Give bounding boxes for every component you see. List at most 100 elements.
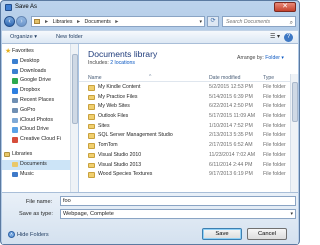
- folder-icon: [88, 123, 95, 130]
- close-button[interactable]: ✕: [274, 2, 296, 12]
- table-row[interactable]: My Web Sites 6/22/2014 2:50 PM File folder: [79, 102, 291, 112]
- sidebar-item-favorite[interactable]: Creative Cloud Fi: [2, 135, 77, 145]
- nav-item-icon: [12, 107, 18, 114]
- table-row[interactable]: My Practice Files 5/14/2015 6:39 PM File f…: [79, 93, 291, 103]
- file-name: TomTom: [98, 142, 118, 149]
- breadcrumb-separator: ►: [75, 19, 82, 25]
- nav-item-label: Google Drive: [20, 77, 51, 84]
- file-date: 2/17/2015 6:52 AM: [209, 142, 253, 149]
- nav-scrollbar[interactable]: [70, 44, 78, 192]
- nav-item-icon: [12, 68, 18, 75]
- column-header-date[interactable]: Date modified: [209, 75, 240, 81]
- nav-item-label: Downloads: [20, 67, 47, 74]
- view-options-icon[interactable]: ☰ ▾: [270, 33, 280, 40]
- nav-item-label: GoPro: [20, 106, 36, 113]
- scrollbar-thumb[interactable]: [72, 54, 78, 124]
- sidebar-item-favorite[interactable]: Recent Places: [2, 96, 77, 106]
- table-row[interactable]: My Kindle Content 5/2/2015 12:53 PM File f…: [79, 83, 291, 93]
- filename-input[interactable]: foo: [60, 196, 296, 206]
- cancel-button[interactable]: Cancel: [247, 228, 287, 240]
- sidebar-item-favorite[interactable]: Dropbox: [2, 86, 77, 96]
- file-type: File folder: [263, 103, 286, 110]
- file-date: 9/17/2013 6:19 PM: [209, 171, 253, 178]
- nav-group-label: Favorites: [12, 48, 34, 54]
- table-row[interactable]: Sites 1/10/2014 7:52 PM File folder: [79, 122, 291, 132]
- breadcrumb-separator: ►: [44, 19, 50, 25]
- nav-group-favorites[interactable]: ★ Favorites: [2, 47, 77, 57]
- column-header-row: Name ^ Date modified Type: [79, 74, 291, 82]
- chevron-down-icon[interactable]: ▾: [290, 210, 293, 219]
- column-header-name[interactable]: Name: [88, 75, 102, 81]
- table-row[interactable]: TomTom 2/17/2015 6:52 AM File folder: [79, 141, 291, 151]
- file-date: 1/10/2014 7:52 PM: [209, 122, 253, 129]
- new-folder-button[interactable]: New folder: [56, 34, 83, 40]
- hide-folders-button[interactable]: ˄ Hide Folders: [8, 231, 49, 238]
- table-row[interactable]: Visual Studio 2013 6/11/2014 2:44 PM File …: [79, 161, 291, 171]
- file-type: File folder: [263, 84, 286, 90]
- sidebar-item-favorite[interactable]: Desktop: [2, 57, 77, 67]
- save-type-select[interactable]: Webpage, Complete ▾: [60, 209, 296, 219]
- help-icon[interactable]: ?: [284, 33, 293, 42]
- nav-group-label: Libraries: [12, 150, 33, 157]
- file-list: My Kindle Content 5/2/2015 12:53 PM File f…: [79, 83, 291, 180]
- sidebar-item-favorite[interactable]: Google Drive: [2, 76, 77, 86]
- save-as-dialog: Save As ✕ ‹ › ► Libraries ► Documents ► …: [0, 0, 300, 245]
- nav-item-icon: [12, 137, 18, 143]
- nav-item-label: Music: [20, 170, 34, 177]
- nav-item-label: Dropbox: [20, 87, 41, 94]
- sidebar-item-favorite[interactable]: Downloads: [2, 67, 77, 77]
- sidebar-item-library[interactable]: Documents: [2, 159, 77, 170]
- table-row[interactable]: Wood Species Textures 9/17/2013 6:19 PM Fi…: [79, 170, 291, 180]
- nav-item-icon: [12, 171, 18, 178]
- file-type: File folder: [263, 113, 286, 120]
- nav-group-libraries[interactable]: Libraries: [2, 150, 77, 160]
- title-bar: Save As ✕: [1, 1, 299, 14]
- file-type: File folder: [263, 142, 286, 149]
- scrollbar-thumb[interactable]: [292, 82, 298, 122]
- table-row[interactable]: Outlook Files 5/17/2015 11:09 AM File fold…: [79, 112, 291, 122]
- address-dropdown-icon[interactable]: ▾: [199, 17, 202, 27]
- folder-icon: [88, 162, 95, 168]
- file-date: 5/14/2015 6:39 PM: [209, 93, 253, 100]
- nav-item-icon: [12, 88, 18, 94]
- back-button[interactable]: ‹: [4, 16, 15, 27]
- address-bar[interactable]: ► Libraries ► Documents ► ▾: [31, 16, 205, 27]
- sidebar-item-favorite[interactable]: iCloud Drive: [2, 125, 77, 135]
- file-type: File folder: [263, 93, 286, 100]
- save-button[interactable]: Save: [202, 228, 242, 240]
- locations-link[interactable]: 2 locations: [110, 60, 135, 66]
- filename-label: File name:: [26, 199, 53, 205]
- refresh-button[interactable]: ⟳: [207, 16, 219, 27]
- sort-indicator-icon: ^: [149, 74, 152, 80]
- breadcrumb-separator: ►: [114, 19, 120, 25]
- arrange-by-dropdown[interactable]: Folder ▾: [265, 55, 284, 61]
- address-row: ‹ › ► Libraries ► Documents ► ▾ ⟳ Search…: [1, 15, 299, 29]
- organize-button[interactable]: Organize ▾: [10, 34, 37, 40]
- search-input[interactable]: Search Documents ⌕: [222, 16, 296, 27]
- folder-icon: [88, 152, 95, 159]
- file-name: SQL Server Management Studio: [98, 132, 173, 139]
- file-type: File folder: [263, 122, 286, 129]
- table-row[interactable]: Visual Studio 2010 11/23/2014 7:02 AM File…: [79, 151, 291, 161]
- file-name: Visual Studio 2010: [98, 151, 142, 158]
- column-header-type[interactable]: Type: [263, 75, 274, 81]
- arrange-label: Arrange by:: [236, 55, 266, 61]
- sidebar-item-library[interactable]: Music: [2, 170, 77, 180]
- hide-folders-label: Hide Folders: [17, 231, 49, 238]
- sidebar-item-favorite[interactable]: iCloud Photos: [2, 116, 77, 126]
- sidebar-item-favorite[interactable]: GoPro: [2, 106, 77, 116]
- file-date: 2/13/2013 5:35 PM: [209, 132, 253, 139]
- nav-item-label: Recent Places: [20, 96, 55, 103]
- file-date: 6/11/2014 2:44 PM: [209, 161, 253, 168]
- file-name: Outlook Files: [98, 113, 129, 120]
- breadcrumb-libraries[interactable]: Libraries: [53, 19, 73, 25]
- file-type: File folder: [263, 151, 286, 158]
- breadcrumb-documents[interactable]: Documents: [85, 19, 111, 25]
- file-list-scrollbar[interactable]: [290, 74, 298, 192]
- table-row[interactable]: SQL Server Management Studio 2/13/2013 5:…: [79, 131, 291, 141]
- save-type-label: Save as type:: [19, 211, 53, 217]
- forward-button[interactable]: ›: [16, 16, 27, 27]
- includes-label: Includes:: [88, 60, 111, 66]
- search-icon[interactable]: ⌕: [290, 18, 293, 28]
- file-type: File folder: [263, 161, 286, 168]
